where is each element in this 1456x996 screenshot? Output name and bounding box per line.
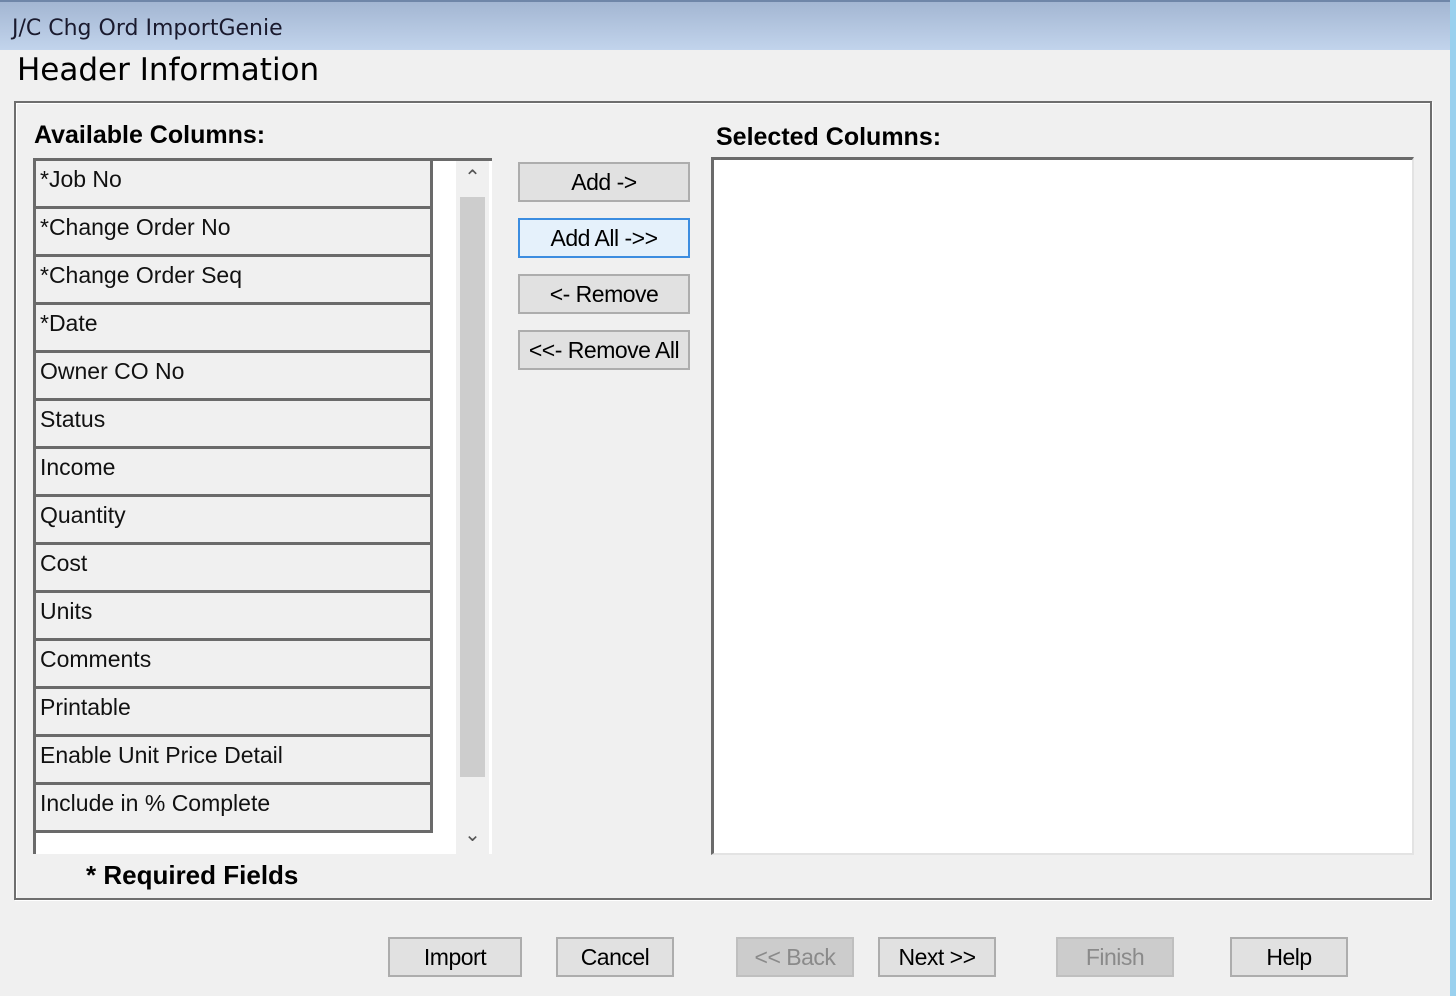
list-item-label: *Change Order No — [40, 214, 231, 240]
selected-columns-list[interactable] — [711, 157, 1414, 855]
list-item[interactable]: *Job No — [36, 161, 433, 209]
available-items: *Job No *Change Order No *Change Order Seq… — [36, 161, 433, 833]
available-columns-list[interactable]: *Job No *Change Order No *Change Order Seq… — [33, 158, 492, 854]
page-title: Header Information — [17, 52, 320, 88]
list-item[interactable]: Status — [36, 401, 433, 449]
list-item-label: Cost — [40, 550, 88, 576]
import-button[interactable]: Import — [388, 937, 522, 977]
selected-columns-label: Selected Columns: — [716, 123, 942, 151]
remove-button[interactable]: <- Remove — [518, 274, 690, 314]
remove-all-button[interactable]: <<- Remove All — [518, 330, 690, 370]
list-item-label: Include in % Complete — [40, 790, 271, 816]
list-item[interactable]: Cost — [36, 545, 433, 593]
list-item-label: Owner CO No — [40, 358, 185, 384]
list-item[interactable]: Include in % Complete — [36, 785, 433, 833]
chevron-down-icon[interactable]: ⌄ — [456, 822, 489, 852]
list-item-label: *Job No — [40, 166, 122, 192]
list-item-label: *Change Order Seq — [40, 262, 243, 288]
list-item[interactable]: Printable — [36, 689, 433, 737]
add-button[interactable]: Add -> — [518, 162, 690, 202]
chevron-up-icon[interactable]: ⌃ — [456, 165, 489, 195]
list-item[interactable]: Units — [36, 593, 433, 641]
add-all-button[interactable]: Add All ->> — [518, 218, 690, 258]
list-item[interactable]: *Date — [36, 305, 433, 353]
list-item[interactable]: Owner CO No — [36, 353, 433, 401]
back-button[interactable]: << Back — [736, 937, 854, 977]
list-item[interactable]: Comments — [36, 641, 433, 689]
next-button[interactable]: Next >> — [878, 937, 996, 977]
available-columns-label: Available Columns: — [34, 121, 266, 149]
title-bar: J/C Chg Ord ImportGenie — [0, 0, 1450, 50]
required-fields-note: * Required Fields — [86, 860, 299, 890]
finish-button[interactable]: Finish — [1056, 937, 1174, 977]
list-item-label: Status — [40, 406, 106, 432]
list-item-label: Printable — [40, 694, 131, 720]
window-edge — [1450, 0, 1456, 996]
help-button[interactable]: Help — [1230, 937, 1348, 977]
list-item[interactable]: *Change Order Seq — [36, 257, 433, 305]
list-item[interactable]: Quantity — [36, 497, 433, 545]
list-item-label: Comments — [40, 646, 152, 672]
list-item[interactable]: *Change Order No — [36, 209, 433, 257]
scrollbar-thumb[interactable] — [460, 197, 485, 777]
list-item-label: Units — [40, 598, 93, 624]
list-item-label: Enable Unit Price Detail — [40, 742, 283, 768]
vertical-scrollbar[interactable]: ⌃ ⌄ — [456, 161, 489, 854]
list-item-label: Quantity — [40, 502, 126, 528]
list-item-label: *Date — [40, 310, 98, 336]
cancel-button[interactable]: Cancel — [556, 937, 674, 977]
list-item[interactable]: Enable Unit Price Detail — [36, 737, 433, 785]
window-title: J/C Chg Ord ImportGenie — [12, 16, 283, 41]
list-item[interactable]: Income — [36, 449, 433, 497]
list-item-label: Income — [40, 454, 116, 480]
